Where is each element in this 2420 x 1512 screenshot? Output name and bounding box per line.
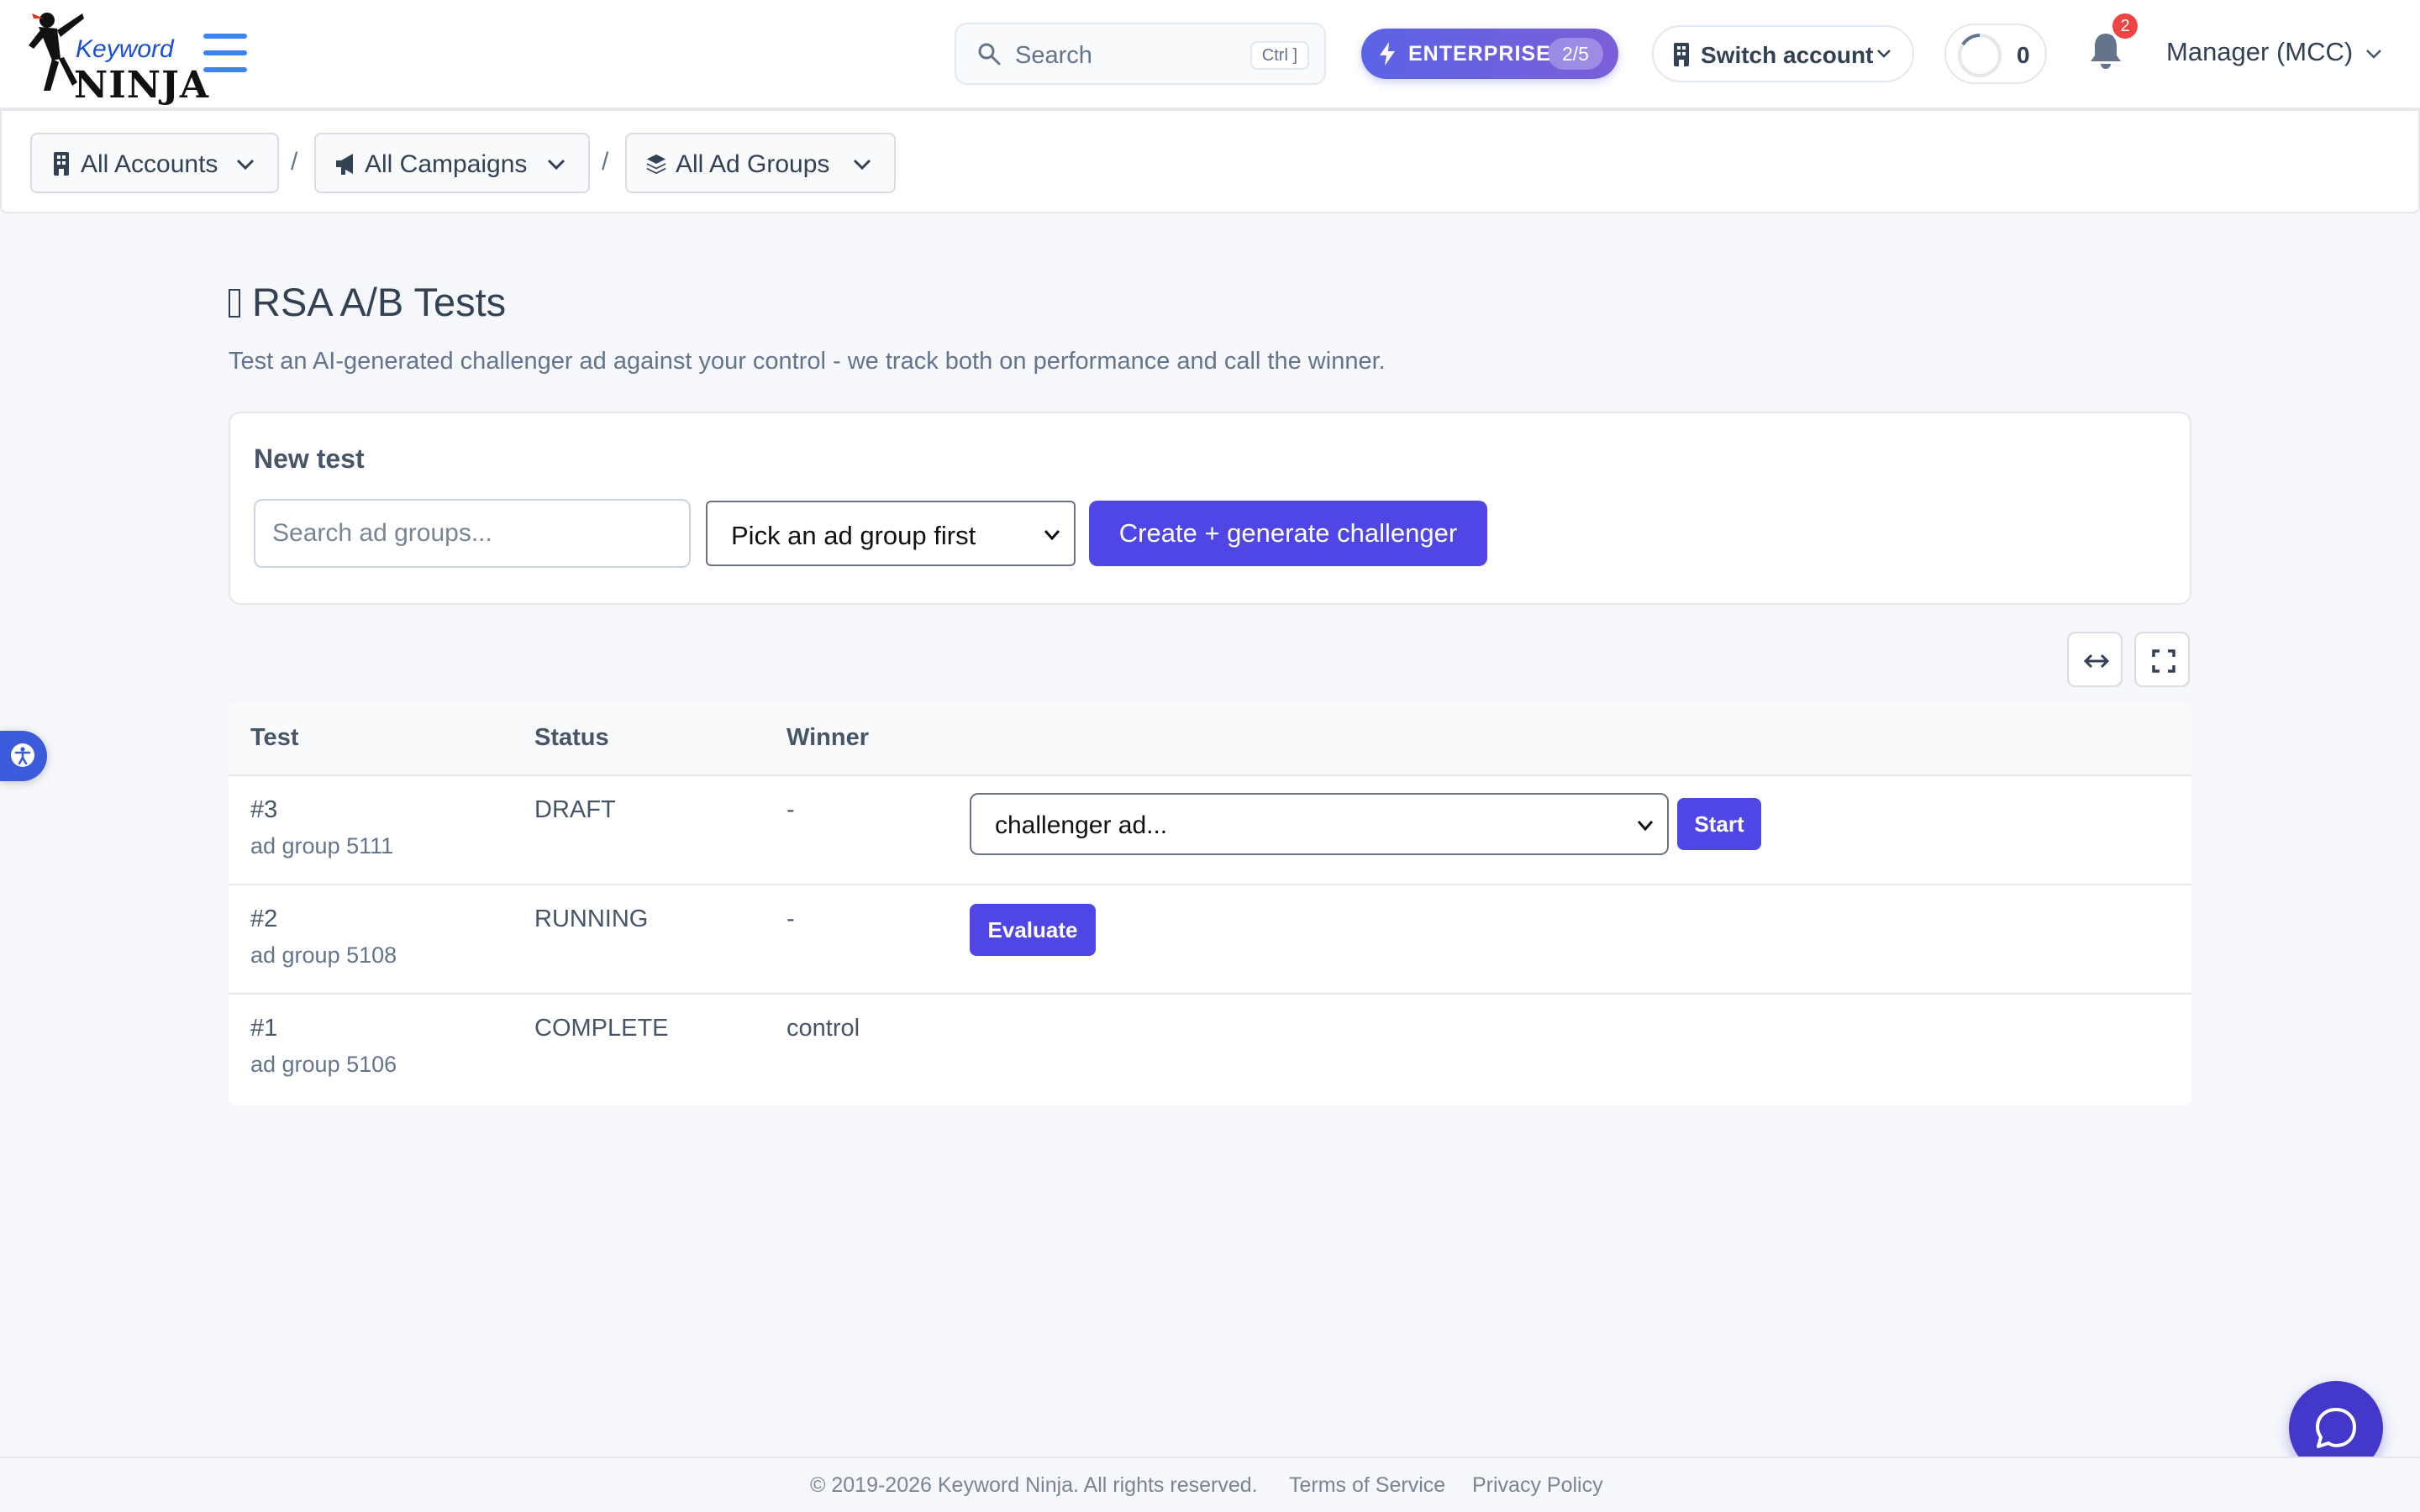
credits-indicator[interactable]: 0 xyxy=(1944,24,2047,84)
test-id: #1 xyxy=(250,1015,278,1042)
column-header-test: Test xyxy=(250,724,299,751)
table-header: Test Status Winner xyxy=(229,702,2191,776)
ad-group-select[interactable]: Pick an ad group first xyxy=(706,501,1076,566)
fullscreen-button[interactable] xyxy=(2134,632,2190,687)
building-icon xyxy=(1674,43,1689,66)
all-ad-groups-dropdown[interactable]: All Ad Groups xyxy=(625,133,896,193)
all-campaigns-dropdown[interactable]: All Campaigns xyxy=(314,133,590,193)
accessibility-icon xyxy=(11,743,34,767)
test-winner: control xyxy=(786,1015,860,1042)
top-navbar: Keyword NINJA Search Ctrl ] ENTERPRISE 2… xyxy=(0,0,2420,109)
test-ad-group: ad group 5111 xyxy=(250,833,394,858)
search-placeholder: Search xyxy=(1015,42,1092,69)
megaphone-icon xyxy=(336,154,353,175)
all-campaigns-label: All Campaigns xyxy=(365,150,528,178)
table-row: #1 ad group 5106 COMPLETE control xyxy=(229,995,2191,1104)
chevron-down-icon xyxy=(1637,821,1654,832)
search-icon xyxy=(978,43,1001,66)
bell-icon[interactable] xyxy=(2089,32,2123,71)
test-status: DRAFT xyxy=(534,796,616,823)
all-accounts-label: All Accounts xyxy=(81,150,218,178)
menu-toggle-icon[interactable] xyxy=(203,34,247,74)
new-test-card: New test Pick an ad group first Create +… xyxy=(229,412,2191,605)
accessibility-button[interactable] xyxy=(0,731,47,781)
fullscreen-icon xyxy=(2152,649,2175,673)
page-title-text: RSA A/B Tests xyxy=(252,280,507,324)
logo-word-ninja: NINJA xyxy=(74,64,209,107)
switch-account-button[interactable]: Switch account xyxy=(1652,25,1914,82)
page-subtitle: Test an AI-generated challenger ad again… xyxy=(229,348,1386,375)
all-accounts-dropdown[interactable]: All Accounts xyxy=(30,133,279,193)
chevron-down-icon xyxy=(236,159,255,171)
chevron-down-icon xyxy=(853,159,871,171)
chevron-down-icon[interactable] xyxy=(2365,47,2383,60)
chevron-down-icon xyxy=(1877,50,1891,58)
create-generate-challenger-button[interactable]: Create + generate challenger xyxy=(1089,501,1487,566)
new-test-heading: New test xyxy=(254,444,365,474)
plan-usage: 2/5 xyxy=(1548,38,1603,70)
credits-count: 0 xyxy=(2017,42,2030,68)
keyword-ninja-logo[interactable]: Keyword NINJA xyxy=(25,7,208,107)
breadcrumb-separator: / xyxy=(291,148,298,176)
layers-icon xyxy=(646,154,666,175)
test-status: RUNNING xyxy=(534,906,649,932)
tests-table: Test Status Winner #3 ad group 5111 DRAF… xyxy=(229,702,2191,1105)
table-row: #3 ad group 5111 DRAFT - challenger ad..… xyxy=(229,776,2191,885)
challenger-ad-select-value: challenger ad... xyxy=(995,811,1168,839)
logo-word-keyword: Keyword xyxy=(76,35,174,63)
privacy-policy-link[interactable]: Privacy Policy xyxy=(1472,1473,1603,1498)
chevron-down-icon xyxy=(1044,530,1060,541)
test-winner: - xyxy=(786,796,795,823)
plan-label: ENTERPRISE xyxy=(1408,42,1551,66)
test-id: #2 xyxy=(250,906,278,932)
building-icon xyxy=(54,152,69,176)
terms-of-service-link[interactable]: Terms of Service xyxy=(1289,1473,1445,1498)
progress-ring-icon xyxy=(1958,34,2002,77)
expand-width-button[interactable] xyxy=(2067,632,2123,687)
all-ad-groups-label: All Ad Groups xyxy=(676,150,830,178)
test-winner: - xyxy=(786,906,795,932)
missing-glyph-icon xyxy=(229,289,240,318)
switch-account-label: Switch account xyxy=(1701,42,1874,68)
column-header-status: Status xyxy=(534,724,609,751)
expand-width-icon xyxy=(2083,654,2110,669)
account-menu[interactable]: Manager (MCC) xyxy=(2166,37,2353,67)
chevron-down-icon xyxy=(547,159,566,171)
page-title: RSA A/B Tests xyxy=(229,279,506,325)
column-header-winner: Winner xyxy=(786,724,870,751)
breadcrumb: All Accounts / All Campaigns / All Ad Gr… xyxy=(0,109,2420,213)
chat-icon xyxy=(2316,1408,2356,1448)
plan-badge[interactable]: ENTERPRISE 2/5 xyxy=(1361,29,1618,79)
copyright-text: © 2019-2026 Keyword Ninja. All rights re… xyxy=(810,1473,1258,1497)
start-test-button[interactable]: Start xyxy=(1677,798,1761,850)
ad-group-search-input[interactable] xyxy=(254,499,691,568)
test-ad-group: ad group 5106 xyxy=(250,1052,397,1077)
test-id: #3 xyxy=(250,796,278,823)
footer: © 2019-2026 Keyword Ninja. All rights re… xyxy=(0,1457,2420,1512)
challenger-ad-select[interactable]: challenger ad... xyxy=(970,793,1669,855)
test-status: COMPLETE xyxy=(534,1015,669,1042)
test-ad-group: ad group 5108 xyxy=(250,942,397,968)
ad-group-select-value: Pick an ad group first xyxy=(731,521,976,550)
evaluate-test-button[interactable]: Evaluate xyxy=(970,904,1096,956)
table-row: #2 ad group 5108 RUNNING - Evaluate xyxy=(229,885,2191,995)
search-shortcut-hint: Ctrl ] xyxy=(1249,41,1309,70)
bolt-icon xyxy=(1380,42,1395,66)
breadcrumb-separator: / xyxy=(602,148,609,176)
global-search[interactable]: Search Ctrl ] xyxy=(955,23,1326,85)
notification-count-badge: 2 xyxy=(2112,13,2138,39)
